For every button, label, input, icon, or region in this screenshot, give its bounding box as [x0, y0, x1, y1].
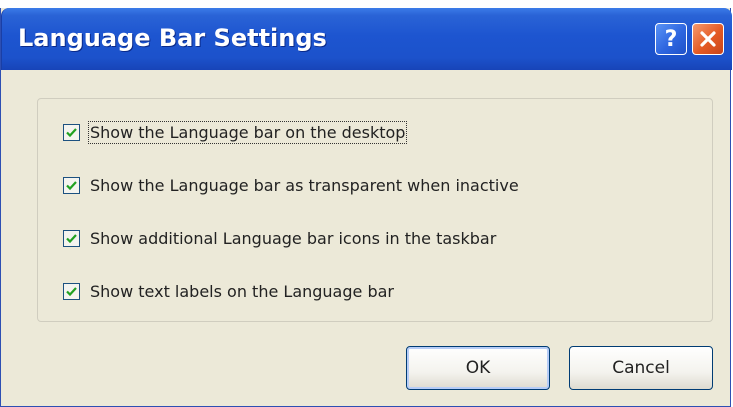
- dialog-title: Language Bar Settings: [18, 24, 327, 52]
- close-button[interactable]: [692, 23, 724, 55]
- dialog-window: Language Bar Settings ? Show the Languag…: [0, 8, 732, 407]
- close-icon: [700, 31, 716, 47]
- ok-button[interactable]: OK: [406, 346, 550, 390]
- option-label: Show the Language bar as transparent whe…: [90, 175, 519, 195]
- check-icon: [66, 233, 77, 243]
- option-text-labels[interactable]: Show text labels on the Language bar: [63, 279, 394, 303]
- check-icon: [66, 127, 77, 137]
- title-bar[interactable]: Language Bar Settings ?: [1, 8, 732, 70]
- option-label: Show additional Language bar icons in th…: [90, 228, 497, 248]
- option-additional-icons[interactable]: Show additional Language bar icons in th…: [63, 226, 496, 250]
- check-icon: [66, 180, 77, 190]
- help-icon: ?: [664, 26, 678, 52]
- checkbox-additional-icons[interactable]: [63, 229, 80, 247]
- check-icon: [66, 286, 77, 296]
- checkbox-show-on-desktop[interactable]: [63, 123, 80, 141]
- option-show-on-desktop[interactable]: Show the Language bar on the desktop: [63, 120, 408, 144]
- option-transparent-inactive[interactable]: Show the Language bar as transparent whe…: [63, 173, 519, 197]
- option-label: Show the Language bar on the desktop: [87, 120, 408, 144]
- cancel-button[interactable]: Cancel: [569, 346, 713, 390]
- checkbox-text-labels[interactable]: [63, 282, 80, 300]
- checkbox-transparent-inactive[interactable]: [63, 176, 80, 194]
- help-button[interactable]: ?: [655, 23, 687, 55]
- option-label: Show text labels on the Language bar: [90, 281, 394, 301]
